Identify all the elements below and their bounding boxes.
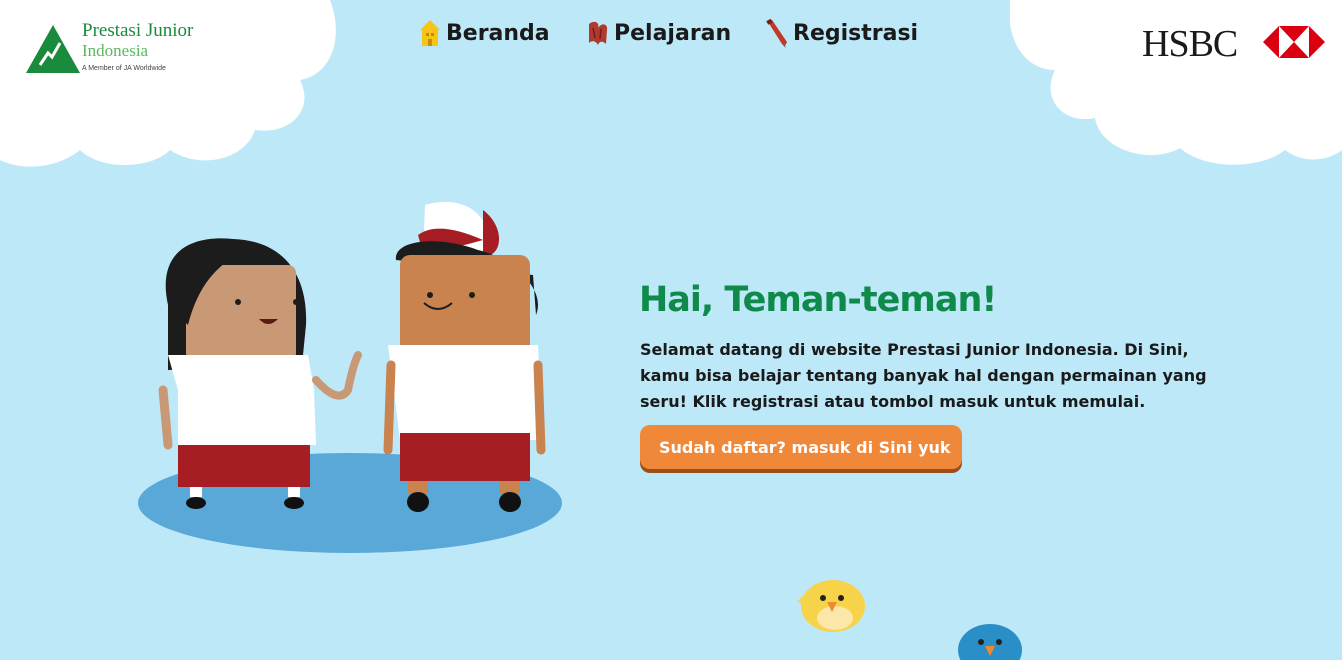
top-navigation: Beranda Pelajaran Registrasi [0, 18, 1342, 58]
pencil-icon [766, 18, 787, 48]
login-button[interactable]: Sudah daftar? masuk di Sini yuk [640, 425, 962, 469]
logo-line3: A Member of JA Worldwide [82, 65, 166, 72]
nav-beranda[interactable]: Beranda [418, 18, 550, 48]
blue-bird-icon [958, 624, 1022, 660]
nav-registrasi[interactable]: Registrasi [765, 18, 918, 48]
nav-beranda-label: Beranda [446, 20, 550, 46]
nav-registrasi-label: Registrasi [793, 20, 919, 46]
hero-description: Selamat datang di website Prestasi Junio… [640, 340, 1207, 411]
yellow-bird-icon [797, 580, 865, 632]
book-icon [589, 21, 608, 45]
nav-pelajaran[interactable]: Pelajaran [586, 18, 731, 48]
hsbc-wordmark: HSBC [1142, 23, 1238, 65]
hsbc-logo[interactable]: HSBC [1142, 23, 1326, 65]
nav-pelajaran-label: Pelajaran [614, 20, 732, 46]
hsbc-hexagon-icon [1263, 26, 1325, 58]
house-icon [420, 20, 440, 46]
hero-title: Hai, Teman-teman! [639, 280, 997, 320]
students-illustration [138, 201, 562, 553]
